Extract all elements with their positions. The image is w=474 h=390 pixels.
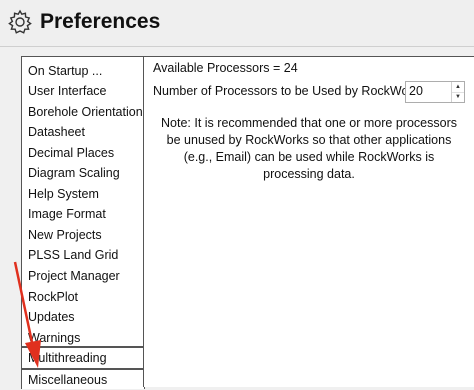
red-arrow-icon <box>13 261 41 368</box>
